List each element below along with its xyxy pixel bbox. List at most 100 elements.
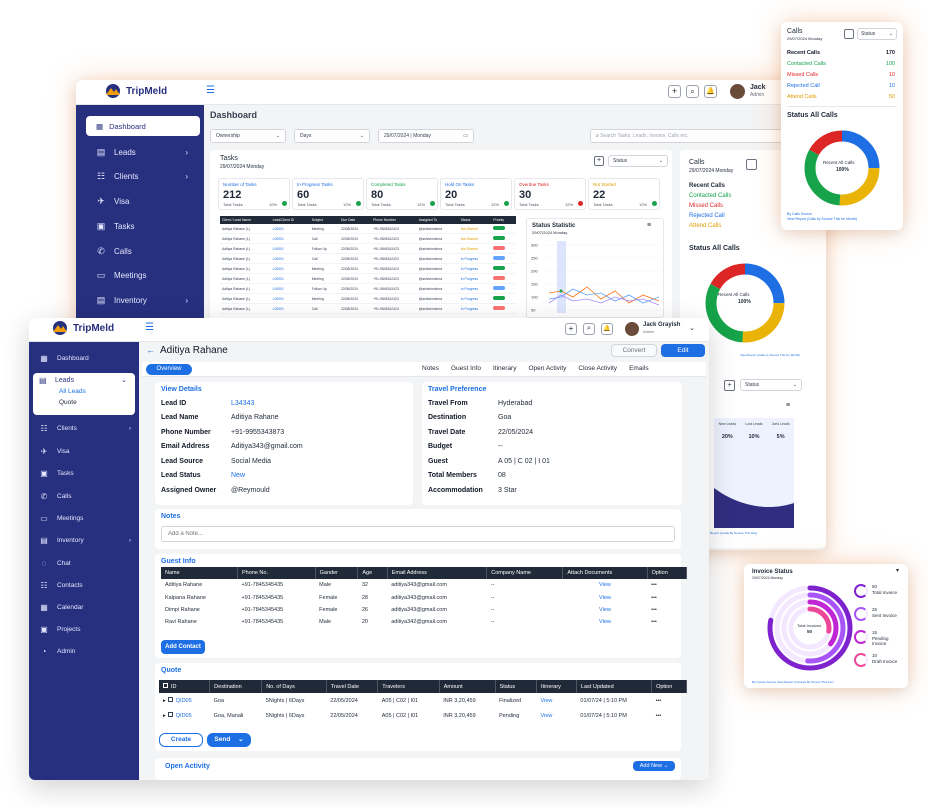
- menu-icon[interactable]: ☰: [206, 85, 215, 96]
- calendar-icon[interactable]: [844, 29, 854, 39]
- table-row[interactable]: Ravi Rahane +91-7845345435 Male 20 aditiya34…: [161, 616, 687, 628]
- sidebar-item-calls[interactable]: ✆ Calls: [39, 492, 131, 501]
- bell-icon[interactable]: 🔔: [601, 323, 613, 335]
- notes-input[interactable]: [161, 526, 675, 542]
- sidebar-item-admin[interactable]: ◔ Admin: [39, 647, 131, 656]
- table-cell[interactable]: ▸ QID05: [159, 693, 210, 708]
- more-options-icon[interactable]: •••: [647, 579, 686, 591]
- menu-icon[interactable]: ☰: [145, 322, 154, 333]
- tab-close-activity[interactable]: Close Activity: [578, 365, 617, 372]
- table-row[interactable]: Aditiya Rahane (L) L00001 Call 22/08/2024 +9…: [220, 304, 516, 314]
- tasks-add-button[interactable]: +: [594, 156, 604, 166]
- sidebar-item-inventory[interactable]: ▤ Inventory ›: [39, 536, 131, 545]
- column-header[interactable]: Client / Lead Name: [220, 216, 271, 224]
- edit-button[interactable]: Edit: [661, 344, 705, 357]
- create-button[interactable]: Create: [159, 733, 203, 747]
- sidebar-item-clients[interactable]: ☷ Clients ›: [39, 424, 131, 433]
- column-header[interactable]: Subject: [309, 216, 339, 224]
- table-row[interactable]: Aditiya Rahane (L) L00001 Call 22/08/2024 +9…: [220, 234, 516, 244]
- ownership-dropdown[interactable]: Ownership ⌄: [210, 129, 286, 143]
- tasks-status-dropdown[interactable]: Status ⌄: [608, 155, 668, 167]
- task-tile[interactable]: In Progress Tasks 60 Total Tasks 12%: [292, 178, 364, 210]
- tab-itinerary[interactable]: Itinerary: [493, 365, 516, 372]
- add-icon[interactable]: +: [668, 85, 681, 98]
- search-icon[interactable]: ⌕: [583, 323, 595, 335]
- days-dropdown[interactable]: Days ⌄: [294, 129, 370, 143]
- column-header[interactable]: Lead/Client ID: [270, 216, 310, 224]
- avatar[interactable]: [730, 84, 745, 99]
- more-options-icon[interactable]: •••: [647, 616, 686, 628]
- column-header[interactable]: Priority: [491, 216, 516, 224]
- sidebar-item-tasks[interactable]: ▣ Tasks: [39, 469, 131, 478]
- tab-open-activity[interactable]: Open Activity: [528, 365, 566, 372]
- checkbox[interactable]: [167, 697, 173, 702]
- checkbox[interactable]: [167, 712, 173, 717]
- checkbox[interactable]: [163, 683, 168, 688]
- view-link[interactable]: View: [537, 708, 577, 723]
- filter-icon[interactable]: ▾: [896, 567, 899, 574]
- sidebar-subitem[interactable]: All Leads: [59, 388, 86, 395]
- table-row[interactable]: Dimpi Rahane +91-7845345435 Female 26 aditiy…: [161, 604, 687, 616]
- table-row[interactable]: Aditiya Rahane (L) L00001 Meeting 22/08/202…: [220, 224, 516, 234]
- table-row[interactable]: Aditiya Rahane (L) L00001 Follow Up 22/08/2…: [220, 284, 516, 294]
- task-tile[interactable]: Number of Tasks 212 Total Tasks 10%: [218, 178, 290, 210]
- sidebar-subitem[interactable]: Quote: [59, 399, 77, 406]
- sidebar-item-tasks[interactable]: ▣ Tasks: [96, 221, 135, 232]
- sidebar-item-meetings[interactable]: ▭ Meetings: [96, 270, 147, 281]
- date-picker[interactable]: 29/07/2024 | Monday ▭: [378, 129, 474, 143]
- sidebar-item-calls[interactable]: ✆ Calls: [96, 246, 132, 257]
- tab-notes[interactable]: Notes: [422, 365, 439, 372]
- sidebar-item-inventory[interactable]: ▤ Inventory ›: [96, 295, 188, 306]
- avatar[interactable]: [625, 322, 639, 336]
- sidebar-item-dashboard[interactable]: ▦ Dashboard: [39, 354, 131, 363]
- tab-guest-info[interactable]: Guest Info: [451, 365, 481, 372]
- bell-icon[interactable]: 🔔: [704, 85, 717, 98]
- table-row[interactable]: Aditiya Rahane (L) L00001 Call 22/08/2024 +9…: [220, 254, 516, 264]
- sidebar-item-calendar[interactable]: ▦ Calendar: [39, 603, 131, 612]
- column-header[interactable]: Assigned To: [416, 216, 459, 224]
- column-header[interactable]: Status: [458, 216, 492, 224]
- filter-icon[interactable]: ≡: [786, 402, 790, 409]
- logo[interactable]: TripMeld: [104, 84, 167, 98]
- add-new-button[interactable]: Add New ⌄: [633, 761, 675, 771]
- table-row[interactable]: Aditiya Rahane (L) L00001 Meeting 22/08/202…: [220, 264, 516, 274]
- task-tile[interactable]: Completed Tasks 80 Total Tasks 12%: [366, 178, 438, 210]
- leads-status-dropdown[interactable]: Status ⌄: [740, 379, 802, 391]
- add-contact-button[interactable]: Add Contact: [161, 640, 205, 654]
- add-icon[interactable]: +: [565, 323, 577, 335]
- table-row[interactable]: ▸ QID05 Goa 5Nights | 6Days 22/05/2024 A05 | …: [159, 693, 687, 708]
- expand-icon[interactable]: ▸: [163, 713, 166, 719]
- sidebar-item-visa[interactable]: ✈ Visa: [96, 196, 129, 207]
- more-options-icon[interactable]: •••: [647, 591, 686, 603]
- search-icon[interactable]: ⌕: [686, 85, 699, 98]
- tab-overview[interactable]: Overview: [146, 364, 192, 375]
- table-row[interactable]: ▸ QID05 Goa, Manali 5Nights | 6Days 22/05/20…: [159, 708, 687, 723]
- table-row[interactable]: Aditiya Rahane +91-7845345435 Male 32 aditiy…: [161, 579, 687, 591]
- tab-emails[interactable]: Emails: [629, 365, 649, 372]
- calls-status-dropdown[interactable]: Status ⌄: [857, 28, 897, 40]
- more-options-icon[interactable]: •••: [652, 708, 687, 723]
- table-cell[interactable]: ▸ QID05: [159, 708, 210, 723]
- column-header[interactable]: Phone Number: [371, 216, 417, 224]
- task-tile[interactable]: Not Started 22 Total Tasks 12%: [588, 178, 660, 210]
- table-row[interactable]: Kalpana Rahane +91-7845345435 Female 28 adit…: [161, 591, 687, 603]
- view-link[interactable]: View: [563, 604, 647, 616]
- more-options-icon[interactable]: •••: [652, 693, 687, 708]
- more-options-icon[interactable]: •••: [647, 604, 686, 616]
- filter-icon[interactable]: ≡: [647, 222, 651, 229]
- sidebar-item-leads[interactable]: ▤ Leads ›: [96, 147, 188, 158]
- expand-icon[interactable]: ▸: [163, 698, 166, 704]
- view-link[interactable]: View: [537, 693, 577, 708]
- table-row[interactable]: Aditiya Rahane (L) L00001 Meeting 22/08/202…: [220, 294, 516, 304]
- calendar-icon[interactable]: [746, 159, 757, 170]
- sidebar-item-chat[interactable]: ◌ Chat: [39, 559, 131, 568]
- view-link[interactable]: View: [563, 579, 647, 591]
- column-header[interactable]: Due Date: [338, 216, 372, 224]
- convert-button[interactable]: Convert: [611, 344, 657, 357]
- table-row[interactable]: Aditiya Rahane (L) L00001 Follow Up 22/08/2…: [220, 244, 516, 254]
- task-tile[interactable]: Overdue Tasks 30 Total Tasks 12%: [514, 178, 586, 210]
- sidebar-item-leads[interactable]: ▤ Leads ⌄ All Leads Quote: [33, 373, 135, 415]
- task-tile[interactable]: Hold On Tasks 20 Total Tasks 12%: [440, 178, 512, 210]
- sidebar-item-visa[interactable]: ✈ Visa: [39, 447, 131, 456]
- logo[interactable]: TripMeld: [51, 321, 114, 335]
